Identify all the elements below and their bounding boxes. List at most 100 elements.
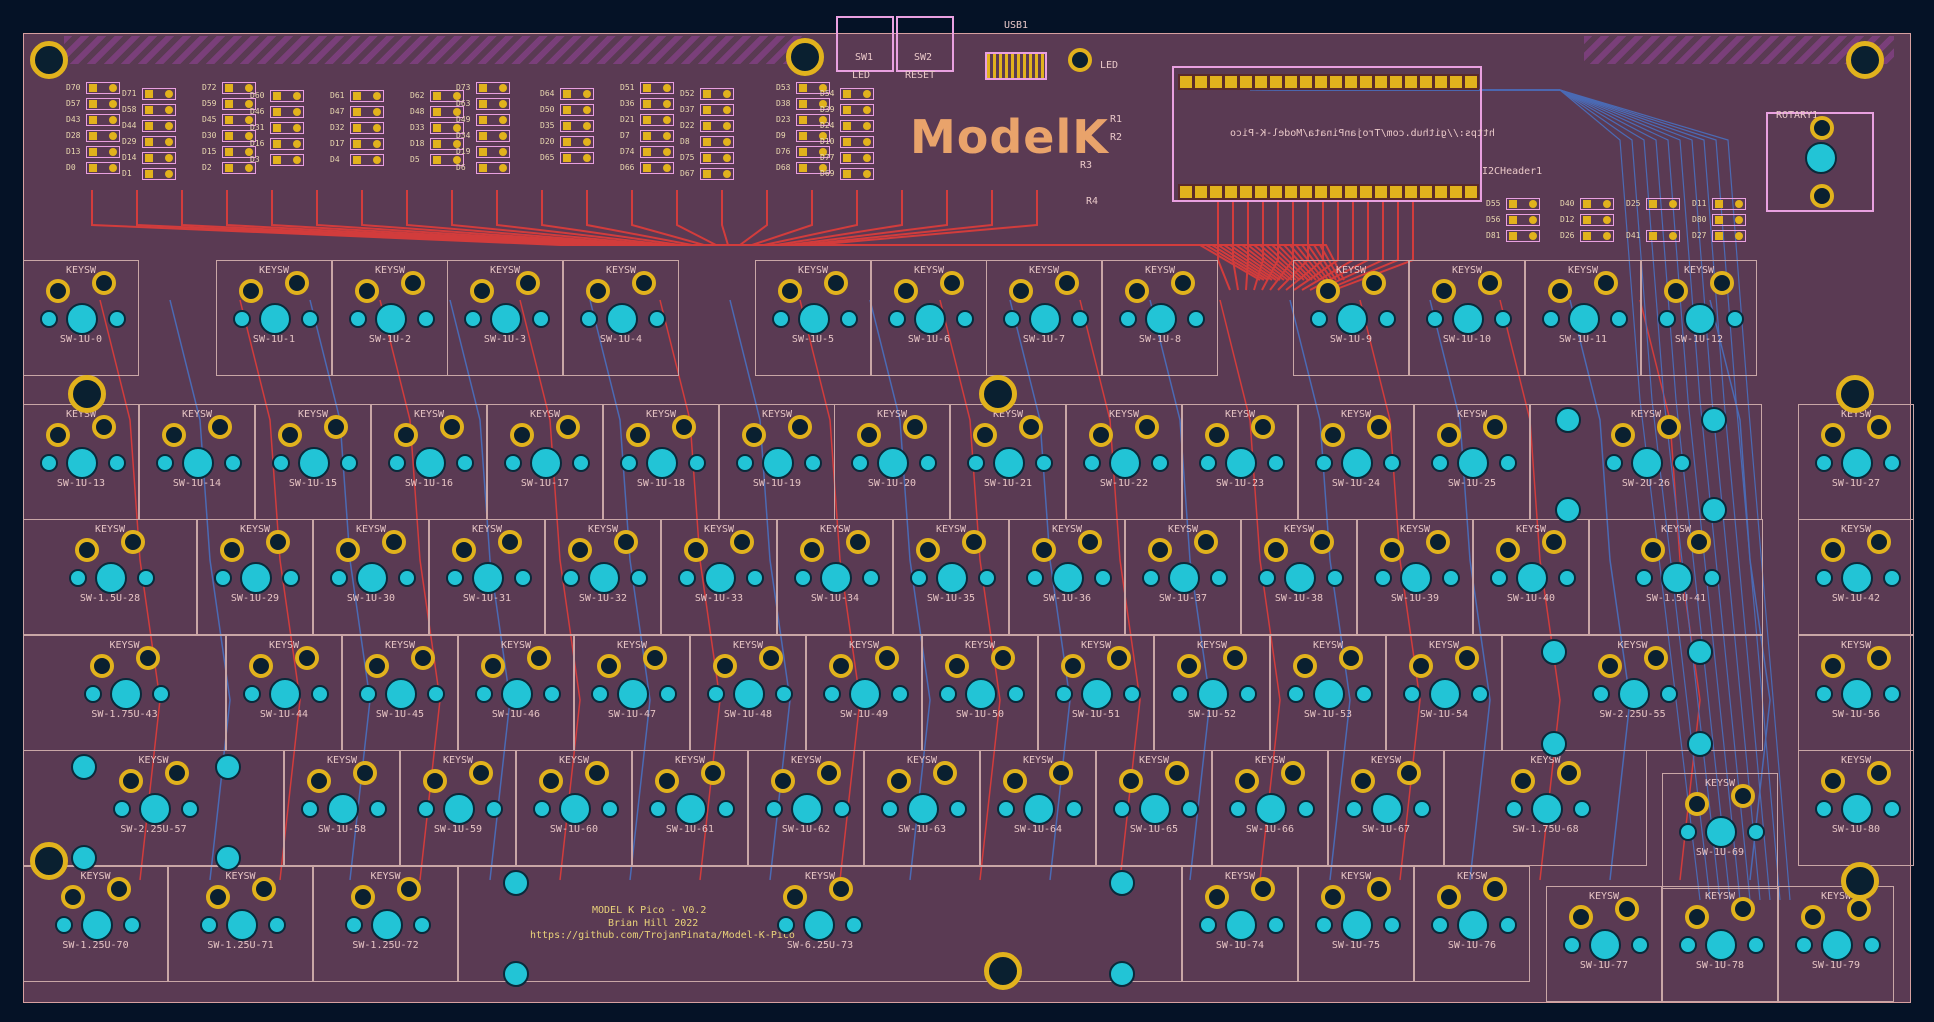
key-switch[interactable]: KEYSW SW-1U-65: [1096, 750, 1212, 866]
key-switch[interactable]: KEYSW SW-1U-29: [197, 519, 313, 635]
key-switch[interactable]: KEYSW SW-1U-5: [755, 260, 871, 376]
key-switch[interactable]: KEYSW SW-1U-54: [1386, 635, 1502, 751]
key-switch[interactable]: KEYSW SW-1U-17: [487, 404, 603, 520]
switch-pin-pad: [1251, 415, 1275, 439]
key-switch[interactable]: KEYSW SW-1U-9: [1293, 260, 1409, 376]
key-switch[interactable]: KEYSW SW-1U-0: [23, 260, 139, 376]
mounting-hole: [1836, 375, 1874, 413]
switch-value-label: SW-1U-78: [1695, 960, 1745, 971]
switch-side-pad: [1504, 800, 1523, 818]
key-switch[interactable]: KEYSW SW-1U-66: [1212, 750, 1328, 866]
key-switch[interactable]: KEYSW SW-1U-52: [1154, 635, 1270, 751]
key-switch[interactable]: KEYSW SW-1U-13: [23, 404, 139, 520]
key-switch[interactable]: KEYSW SW-1U-69: [1662, 773, 1778, 889]
key-switch[interactable]: KEYSW SW-1.25U-71: [168, 866, 313, 982]
key-switch[interactable]: KEYSW SW-1U-44: [226, 635, 342, 751]
key-switch[interactable]: KEYSW SW-1U-37: [1125, 519, 1241, 635]
diode: [840, 88, 874, 100]
key-switch[interactable]: KEYSW SW-1U-56: [1798, 635, 1914, 751]
key-switch[interactable]: KEYSW SW-1U-62: [748, 750, 864, 866]
key-switch[interactable]: KEYSW SW-1.75U-68: [1444, 750, 1647, 866]
key-switch[interactable]: KEYSW SW-1U-30: [313, 519, 429, 635]
key-switch[interactable]: KEYSW SW-1U-7: [986, 260, 1102, 376]
key-switch[interactable]: KEYSW SW-1U-14: [139, 404, 255, 520]
key-switch[interactable]: KEYSW SW-1U-47: [574, 635, 690, 751]
key-switch[interactable]: KEYSW SW-1U-74: [1182, 866, 1298, 982]
key-switch[interactable]: KEYSW SW-1U-24: [1298, 404, 1414, 520]
key-switch[interactable]: KEYSW SW-1U-58: [284, 750, 400, 866]
key-switch[interactable]: KEYSW SW-1U-40: [1473, 519, 1589, 635]
key-switch[interactable]: KEYSW SW-1U-27: [1798, 404, 1914, 520]
key-switch[interactable]: KEYSW SW-1U-6: [871, 260, 987, 376]
key-switch[interactable]: KEYSW SW-1U-80: [1798, 750, 1914, 866]
key-switch[interactable]: KEYSW SW-1U-60: [516, 750, 632, 866]
key-switch[interactable]: KEYSW SW-1U-4: [563, 260, 679, 376]
key-switch[interactable]: KEYSW SW-1U-19: [719, 404, 835, 520]
key-switch[interactable]: KEYSW SW-1.5U-41: [1589, 519, 1763, 635]
key-switch[interactable]: KEYSW SW-6.25U-73: [458, 866, 1182, 982]
usb-connector[interactable]: [985, 52, 1047, 80]
switch-side-pad: [1673, 454, 1691, 472]
key-switch[interactable]: KEYSW SW-1U-49: [806, 635, 922, 751]
key-switch[interactable]: KEYSW SW-1U-46: [458, 635, 574, 751]
key-switch[interactable]: KEYSW SW-1U-2: [332, 260, 448, 376]
key-switch[interactable]: KEYSW SW-1U-25: [1414, 404, 1530, 520]
diode-label: D45: [202, 115, 217, 124]
key-switch[interactable]: KEYSW SW-1U-67: [1328, 750, 1444, 866]
key-switch[interactable]: KEYSW SW-1U-63: [864, 750, 980, 866]
switch-center-pad: [1225, 447, 1257, 479]
usb-label: USB1: [1004, 20, 1029, 31]
key-switch[interactable]: KEYSW SW-1U-59: [400, 750, 516, 866]
key-switch[interactable]: KEYSW SW-1U-1: [216, 260, 332, 376]
key-switch[interactable]: KEYSW SW-1U-64: [980, 750, 1096, 866]
switch-value-label: SW-1U-2: [368, 334, 412, 345]
key-switch[interactable]: KEYSW SW-1U-11: [1525, 260, 1641, 376]
key-switch[interactable]: KEYSW SW-1U-21: [950, 404, 1066, 520]
key-switch[interactable]: KEYSW SW-1U-20: [834, 404, 950, 520]
key-switch[interactable]: KEYSW SW-1U-76: [1414, 866, 1530, 982]
key-switch[interactable]: KEYSW SW-1U-18: [603, 404, 719, 520]
key-switch[interactable]: KEYSW SW-1U-77: [1546, 886, 1662, 1002]
key-switch[interactable]: KEYSW SW-1U-15: [255, 404, 371, 520]
key-switch[interactable]: KEYSW SW-1U-78: [1662, 886, 1778, 1002]
key-switch[interactable]: KEYSW SW-1.5U-28: [23, 519, 197, 635]
diode-label: D70: [66, 83, 81, 92]
key-switch[interactable]: KEYSW SW-1U-16: [371, 404, 487, 520]
key-switch[interactable]: KEYSW SW-1U-79: [1778, 886, 1894, 1002]
key-switch[interactable]: KEYSW SW-1.25U-72: [313, 866, 458, 982]
sw1-button[interactable]: [836, 16, 894, 72]
key-switch[interactable]: KEYSW SW-1U-33: [661, 519, 777, 635]
key-switch[interactable]: KEYSW SW-1U-34: [777, 519, 893, 635]
key-switch[interactable]: KEYSW SW-1.25U-70: [23, 866, 168, 982]
key-switch[interactable]: KEYSW SW-1.75U-43: [23, 635, 226, 751]
key-switch[interactable]: KEYSW SW-1U-3: [447, 260, 563, 376]
diode-label: D66: [620, 163, 635, 172]
switch-side-pad: [840, 310, 858, 328]
key-switch[interactable]: KEYSW SW-1U-22: [1066, 404, 1182, 520]
key-switch[interactable]: KEYSW SW-1U-8: [1102, 260, 1218, 376]
key-switch[interactable]: KEYSW SW-1U-48: [690, 635, 806, 751]
key-switch[interactable]: KEYSW SW-1U-12: [1641, 260, 1757, 376]
key-switch[interactable]: KEYSW SW-1U-50: [922, 635, 1038, 751]
key-switch[interactable]: KEYSW SW-1U-31: [429, 519, 545, 635]
key-switch[interactable]: KEYSW SW-1U-23: [1182, 404, 1298, 520]
key-switch[interactable]: KEYSW SW-1U-42: [1798, 519, 1914, 635]
key-switch[interactable]: KEYSW SW-1U-53: [1270, 635, 1386, 751]
switch-value-label: SW-1U-36: [1042, 593, 1092, 604]
switch-pin-pad: [1867, 761, 1891, 785]
key-switch[interactable]: KEYSW SW-1U-75: [1298, 866, 1414, 982]
switch-ref-label: KEYSW: [645, 409, 677, 420]
key-switch[interactable]: KEYSW SW-1U-35: [893, 519, 1009, 635]
key-switch[interactable]: KEYSW SW-1U-45: [342, 635, 458, 751]
key-switch[interactable]: KEYSW SW-1U-39: [1357, 519, 1473, 635]
key-switch[interactable]: KEYSW SW-1U-38: [1241, 519, 1357, 635]
diode: [560, 104, 594, 116]
key-switch[interactable]: KEYSW SW-1U-10: [1409, 260, 1525, 376]
key-switch[interactable]: KEYSW SW-1U-61: [632, 750, 748, 866]
diode: [840, 136, 874, 148]
key-switch[interactable]: KEYSW SW-1U-32: [545, 519, 661, 635]
key-switch[interactable]: KEYSW SW-1U-51: [1038, 635, 1154, 751]
key-switch[interactable]: KEYSW SW-1U-36: [1009, 519, 1125, 635]
sw2-button[interactable]: [896, 16, 954, 72]
switch-ref-label: KEYSW: [1167, 524, 1199, 535]
